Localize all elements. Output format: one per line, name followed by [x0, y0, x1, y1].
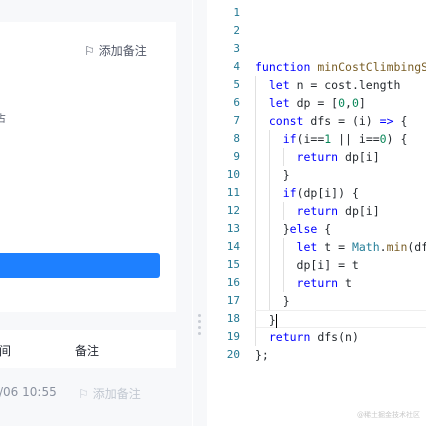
- watermark: @稀土掘金技术社区: [357, 411, 420, 419]
- submit-button[interactable]: [0, 253, 160, 278]
- line-number: 18: [226, 312, 240, 325]
- table-row-add-note-label: 添加备注: [92, 387, 141, 401]
- code-token: let: [268, 78, 290, 92]
- code-line: let t = Math.min(dfs(i-1)+cost[i-1],: [255, 238, 426, 256]
- code-token: return: [296, 204, 339, 218]
- code-line: let n = cost.length: [255, 76, 426, 94]
- line-number: 13: [226, 222, 240, 235]
- code-token: if: [282, 186, 297, 200]
- left-panel: ⚐ 添加备注 占 间 备注 /06 10:55 ⚐ 添加备注: [0, 0, 192, 426]
- code-line: }: [255, 166, 290, 184]
- table-row-add-note-button[interactable]: ⚐ 添加备注: [78, 385, 141, 402]
- line-number: 15: [226, 258, 240, 271]
- line-number: 8: [233, 132, 240, 145]
- line-number: 20: [226, 348, 240, 361]
- code-line: return dfs(n): [255, 328, 426, 346]
- code-token: let: [296, 240, 318, 254]
- code-line: if(dp[i]) {: [255, 184, 426, 202]
- code-editor[interactable]: 1 2 3 4 5 6 7 8 9 10 11 12 13 14 15 16 1…: [207, 0, 426, 426]
- line-number-gutter: 1 2 3 4 5 6 7 8 9 10 11 12 13 14 15 16 1…: [207, 4, 242, 364]
- code-line: const dfs = (i) => {: [255, 112, 426, 130]
- grip-dot: [198, 314, 201, 317]
- code-line: return dp[i]: [255, 202, 426, 220]
- code-line: }else {: [255, 220, 332, 238]
- code-token: function: [255, 60, 311, 74]
- line-number: 16: [226, 276, 240, 289]
- code-line: function minCostClimbingStairs(cost) {: [255, 58, 426, 76]
- grip-dot: [198, 332, 201, 335]
- code-token: return: [296, 150, 339, 164]
- code-token: if: [282, 132, 297, 146]
- add-note-button[interactable]: ⚐ 添加备注: [84, 42, 147, 59]
- line-number: 2: [233, 24, 240, 37]
- code-token: let: [268, 96, 290, 110]
- code-line: return t: [255, 274, 426, 292]
- line-number: 10: [226, 168, 240, 181]
- flag-icon: ⚐: [78, 386, 89, 401]
- add-note-label: 添加备注: [98, 44, 147, 58]
- table-cell-time: /06 10:55: [0, 385, 57, 399]
- line-number: 17: [226, 294, 240, 307]
- code-line: dp[i] = t: [255, 256, 359, 274]
- code-token: return: [296, 276, 339, 290]
- grip-dot: [198, 326, 201, 329]
- table-header-time: 间: [0, 344, 12, 358]
- code-token: return: [268, 330, 311, 344]
- code-line-current: }: [255, 310, 426, 329]
- text-cursor: [275, 313, 277, 328]
- code-line: return dp[i]: [255, 148, 426, 166]
- code-line: let dp = [0,0]: [255, 94, 426, 112]
- code-line: };: [255, 348, 269, 362]
- code-token: const: [268, 114, 304, 128]
- truncated-text: 占: [0, 114, 6, 125]
- line-number: 5: [233, 78, 240, 91]
- line-number: 6: [233, 96, 240, 109]
- code-line: if(i==1 || i==0) {: [255, 130, 426, 148]
- line-number: 11: [226, 186, 240, 199]
- code-token: minCostClimbingStairs: [317, 60, 426, 74]
- panel-splitter[interactable]: [193, 0, 207, 426]
- line-number: 1: [233, 6, 240, 19]
- line-number: 12: [226, 204, 240, 217]
- line-number: 14: [226, 240, 240, 253]
- code-token: else: [289, 222, 318, 236]
- line-number: 9: [233, 150, 240, 163]
- code-area[interactable]: function minCostClimbingStairs(cost) { l…: [255, 4, 426, 364]
- line-number: 3: [233, 42, 240, 55]
- line-number: 4: [233, 60, 240, 73]
- line-number: 19: [226, 330, 240, 343]
- grip-dot: [198, 320, 201, 323]
- flag-icon: ⚐: [84, 43, 95, 58]
- code-line: }: [255, 292, 290, 310]
- line-number: 7: [233, 114, 240, 127]
- table-header-note: 备注: [75, 344, 100, 358]
